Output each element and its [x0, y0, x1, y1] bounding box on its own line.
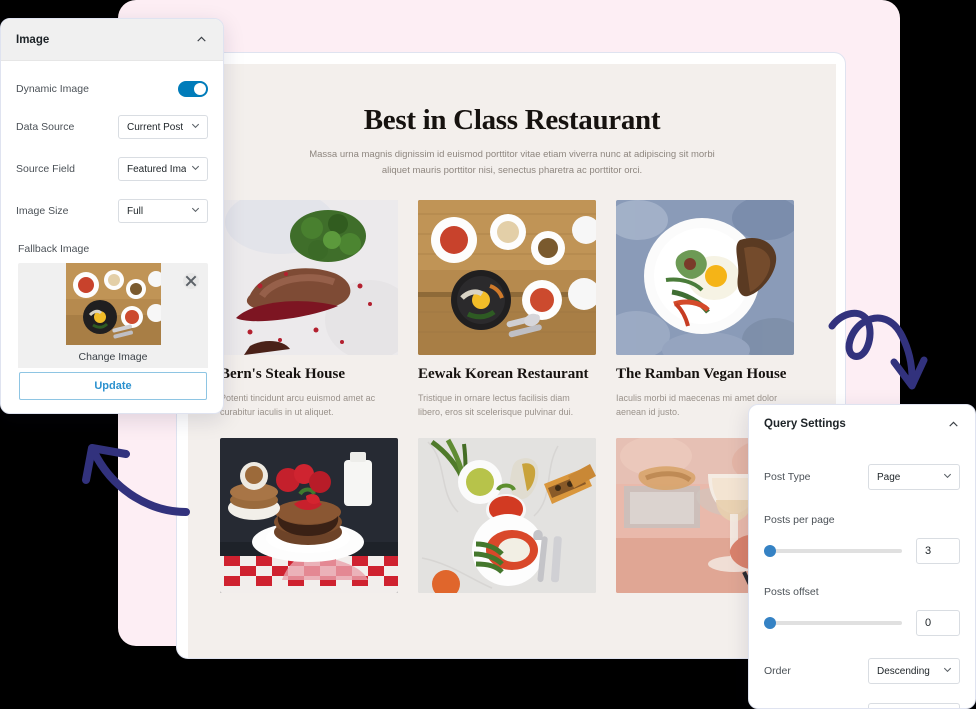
image-size-row: Image Size Full	[1, 199, 223, 223]
order-value: Descending	[877, 665, 930, 677]
chevron-down-icon	[190, 120, 201, 134]
card-description: Potenti tincidunt arcu euismod amet ac c…	[220, 393, 376, 418]
card-title: The Ramban Vegan House	[616, 366, 787, 383]
list-item[interactable]: Eewak Korean Restaurant Tristique in orn…	[418, 200, 596, 420]
posts-per-page-input[interactable]: 3	[916, 538, 960, 564]
data-source-row: Data Source Current Post	[1, 115, 223, 139]
fallback-image-preview	[18, 263, 208, 345]
post-type-label: Post Type	[764, 471, 811, 483]
pancakes-strawberries-photo	[220, 437, 398, 593]
update-button[interactable]: Update	[19, 372, 207, 400]
image-size-label: Image Size	[16, 205, 69, 217]
source-field-row: Source Field Featured Image	[1, 157, 223, 181]
website-preview-content: Best in Class Restaurant Massa urna magn…	[188, 64, 836, 658]
order-select[interactable]: Descending	[868, 658, 960, 684]
posts-per-page-slider[interactable]	[764, 545, 902, 557]
source-field-label: Source Field	[16, 163, 75, 175]
list-item[interactable]: Bern's Steak House Potenti tincidunt arc…	[220, 200, 398, 420]
vegan-brunch-plate-photo	[616, 200, 794, 356]
image-size-value: Full	[127, 205, 144, 217]
close-icon[interactable]	[183, 273, 199, 289]
fallback-image-label: Fallback Image	[18, 243, 90, 255]
data-source-label: Data Source	[16, 121, 75, 133]
query-panel-title: Query Settings	[764, 418, 846, 430]
chevron-down-icon	[942, 664, 953, 678]
list-item[interactable]	[220, 437, 398, 603]
post-type-select[interactable]: Page	[868, 464, 960, 490]
change-image-button[interactable]: Change Image	[18, 345, 208, 368]
screenshot-stage: Best in Class Restaurant Massa urna magn…	[0, 0, 976, 709]
card-description: Tristique in ornare lectus facilisis dia…	[418, 393, 574, 418]
order-label: Order	[764, 665, 791, 677]
card-title: Bern's Steak House	[220, 366, 346, 383]
page-subtitle: Massa urna magnis dignissim id euismod p…	[309, 149, 715, 176]
query-panel-header[interactable]: Query Settings	[749, 405, 975, 443]
chevron-up-icon[interactable]	[947, 418, 960, 431]
order-by-row: Order by Date	[749, 703, 975, 708]
chevron-up-icon[interactable]	[195, 33, 208, 46]
posts-offset-label: Posts offset	[764, 586, 819, 598]
dynamic-image-row: Dynamic Image	[1, 81, 223, 97]
source-field-select[interactable]: Featured Image	[118, 157, 208, 181]
card-title: Eewak Korean Restaurant	[418, 366, 589, 383]
toggle-knob	[194, 83, 206, 95]
image-panel-header[interactable]: Image	[1, 19, 223, 61]
dynamic-image-toggle[interactable]	[178, 81, 208, 97]
posts-offset-input[interactable]: 0	[916, 610, 960, 636]
image-settings-panel: Image Dynamic Image Data Source Current …	[0, 18, 224, 414]
order-row: Order Descending	[749, 658, 975, 684]
post-type-row: Post Type Page	[749, 464, 975, 490]
image-size-select[interactable]: Full	[118, 199, 208, 223]
data-source-value: Current Post	[127, 121, 184, 133]
order-by-select[interactable]: Date	[868, 703, 960, 708]
list-item[interactable]: The Ramban Vegan House Iaculis morbi id …	[616, 200, 794, 420]
post-type-value: Page	[877, 471, 901, 483]
curved-arrow-up-left-icon	[82, 428, 192, 518]
chevron-down-icon	[942, 470, 953, 484]
restaurant-card-grid: Bern's Steak House Potenti tincidunt arc…	[220, 200, 814, 603]
dynamic-image-label: Dynamic Image	[16, 83, 89, 95]
chevron-down-icon	[190, 204, 201, 218]
list-item[interactable]	[418, 437, 596, 603]
posts-offset-row: 0	[749, 610, 975, 636]
posts-per-page-row: 3	[749, 538, 975, 564]
image-panel-title: Image	[16, 33, 50, 46]
slider-handle[interactable]	[764, 545, 776, 557]
posts-per-page-label: Posts per page	[764, 514, 835, 526]
data-source-select[interactable]: Current Post	[118, 115, 208, 139]
brunch-spread-photo	[418, 437, 596, 593]
slider-handle[interactable]	[764, 617, 776, 629]
website-preview-card: Best in Class Restaurant Massa urna magn…	[176, 52, 846, 659]
posts-offset-slider[interactable]	[764, 617, 902, 629]
curly-arrow-down-icon	[828, 308, 938, 394]
query-settings-panel: Query Settings Post Type Page Posts per …	[748, 404, 976, 709]
steak-plate-photo	[220, 200, 398, 356]
page-title: Best in Class Restaurant	[363, 104, 661, 136]
korean-banchan-photo	[418, 200, 596, 356]
fallback-image-box: Change Image	[18, 263, 208, 368]
source-field-value: Featured Image	[127, 163, 186, 175]
chevron-down-icon	[190, 162, 201, 176]
